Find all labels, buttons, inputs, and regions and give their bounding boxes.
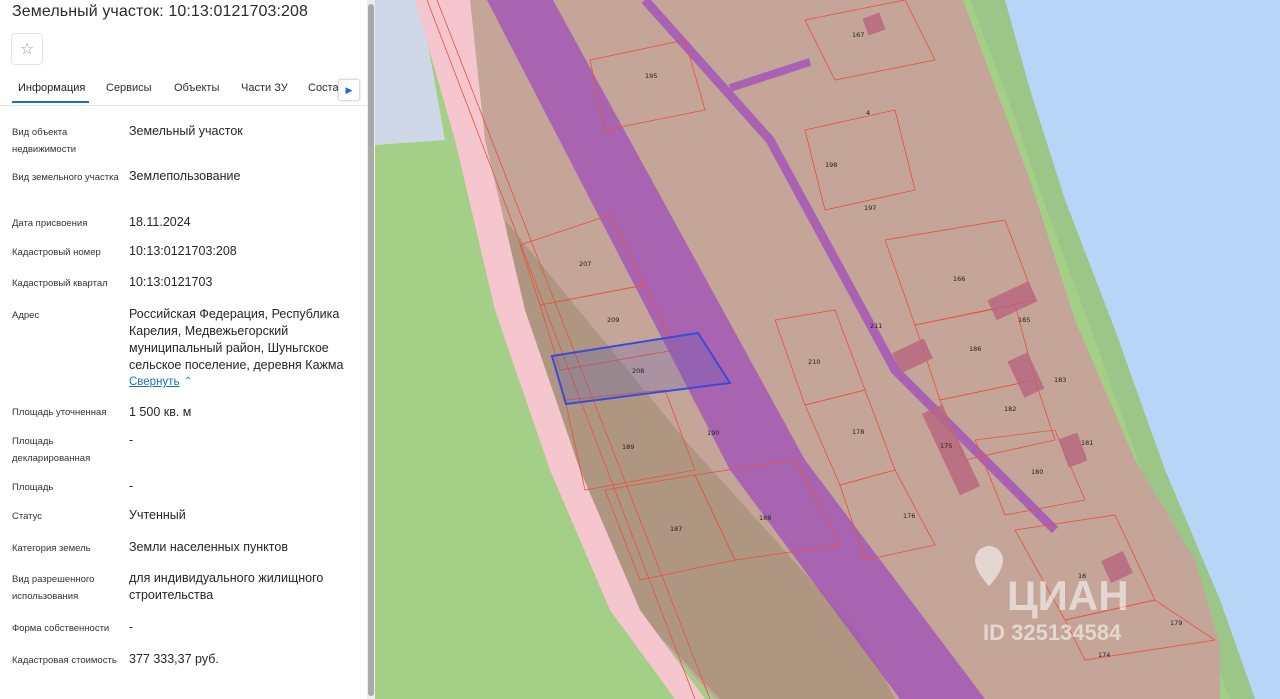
parcel-label: 211 (870, 322, 882, 330)
tabs-scroll-right-button[interactable]: ▶ (338, 79, 360, 101)
parcel-label: 187 (670, 525, 682, 533)
parcel-label: 181 (1081, 439, 1093, 447)
parcel-label: 186 (969, 345, 981, 353)
value-permitted-use: для индивидуального жилищного строительс… (129, 571, 324, 602)
value-ownership-form: - (129, 620, 134, 634)
active-tab-indicator (12, 101, 89, 103)
value-land-category: Земли населенных пунктов (129, 540, 288, 554)
parcel-label: 166 (953, 275, 965, 283)
parcel-label: 210 (808, 358, 820, 366)
parcel-label: 167 (852, 31, 864, 39)
label-assign-date: Дата присвоения (12, 218, 88, 229)
label-ownership-form: Форма собственности (12, 623, 110, 634)
value-area-declared: - (129, 433, 134, 447)
parcel-label: 185 (1018, 316, 1030, 324)
value-cadastral-number: 10:13:0121703:208 (129, 244, 237, 258)
panel-scrollbar[interactable] (367, 0, 375, 699)
label-address: Адрес (12, 310, 40, 321)
value-status: Учтенный (129, 508, 186, 522)
parcel-label: 4 (866, 109, 870, 117)
tab-land-parts[interactable]: Части ЗУ (241, 82, 288, 94)
favorite-button[interactable]: ☆ (11, 33, 43, 65)
parcel-label: 178 (852, 428, 864, 436)
label-cadastral-number: Кадастровый номер (12, 247, 101, 258)
star-icon: ☆ (19, 41, 35, 58)
tab-objects[interactable]: Объекты (174, 82, 219, 94)
label-area: Площадь (12, 482, 54, 493)
parcel-label: 183 (1054, 376, 1066, 384)
label-cadastral-quarter: Кадастровый квартал (12, 278, 108, 289)
parcel-label: 195 (645, 72, 657, 80)
parcel-label: 188 (759, 514, 771, 522)
parcel-label: 179 (1170, 619, 1182, 627)
parcel-label: 180 (1031, 468, 1043, 476)
value-cadastral-quarter: 10:13:0121703 (129, 275, 213, 289)
parcel-label: 207 (579, 260, 591, 268)
map-canvas[interactable]: 167 195 4 198 197 166 207 209 211 185 18… (375, 0, 1280, 699)
label-object-type: Вид объекта недвижимости (12, 127, 77, 155)
label-permitted-use: Вид разрешенного использования (12, 574, 95, 602)
label-area-specified: Площадь уточненная (12, 407, 107, 418)
chevron-right-icon: ▶ (345, 84, 353, 95)
parcel-label: 208 (632, 367, 644, 375)
label-status: Статус (12, 511, 43, 522)
value-land-type: Землепользование (129, 169, 241, 183)
label-land-type: Вид земельного участка (12, 172, 119, 183)
parcel-label: 197 (864, 204, 876, 212)
tab-services[interactable]: Сервисы (106, 82, 152, 94)
collapse-address-link[interactable]: Свернуть (129, 376, 179, 388)
parcel-label: 209 (607, 316, 619, 324)
parcel-label: 174 (1098, 651, 1110, 659)
value-assign-date: 18.11.2024 (129, 215, 191, 229)
label-land-category: Категория земель (12, 543, 91, 554)
scrollbar-thumb[interactable] (368, 4, 374, 696)
watermark-id: ID 325134584 (983, 620, 1122, 645)
watermark-brand: ЦИАН (1007, 572, 1129, 619)
parcel-label: 198 (825, 161, 837, 169)
tab-information[interactable]: Информация (18, 82, 85, 94)
page-title: Земельный участок: 10:13:0121703:208 (12, 3, 309, 20)
value-area: - (129, 479, 134, 493)
info-panel: Земельный участок: 10:13:0121703:208 ☆ И… (0, 0, 367, 699)
parcel-label: 175 (940, 442, 952, 450)
parcel-label: 182 (1004, 405, 1016, 413)
parcel-label: 176 (903, 512, 915, 520)
chevron-up-icon[interactable]: ⌃ (184, 376, 192, 387)
value-area-specified: 1 500 кв. м (129, 405, 192, 419)
cadastral-map[interactable]: 167 195 4 198 197 166 207 209 211 185 18… (375, 0, 1280, 699)
value-object-type: Земельный участок (129, 124, 243, 138)
label-area-declared: Площадь декларированная (12, 436, 91, 464)
value-cadastral-value: 377 333,37 руб. (129, 652, 219, 666)
parcel-label: 189 (622, 443, 634, 451)
value-address: Российская Федерация, Республика Карелия… (129, 307, 344, 372)
parcel-label: 190 (707, 429, 719, 437)
label-cadastral-value: Кадастровая стоимость (12, 655, 117, 666)
